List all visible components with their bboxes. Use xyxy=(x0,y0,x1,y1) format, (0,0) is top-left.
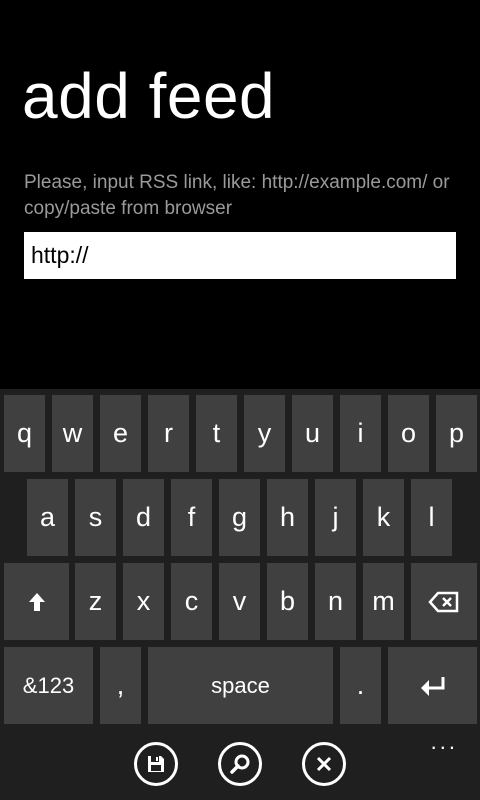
key-s[interactable]: s xyxy=(75,479,116,556)
key-r[interactable]: r xyxy=(148,395,189,472)
key-k[interactable]: k xyxy=(363,479,404,556)
search-button[interactable] xyxy=(218,742,262,786)
comma-key[interactable]: , xyxy=(100,647,141,724)
key-c[interactable]: c xyxy=(171,563,212,640)
key-t[interactable]: t xyxy=(196,395,237,472)
period-key[interactable]: . xyxy=(340,647,381,724)
key-e[interactable]: e xyxy=(100,395,141,472)
instruction-text: Please, input RSS link, like: http://exa… xyxy=(24,172,450,219)
save-icon xyxy=(148,756,164,772)
shift-arrow-icon xyxy=(28,592,45,611)
key-j[interactable]: j xyxy=(315,479,356,556)
key-p[interactable]: p xyxy=(436,395,477,472)
backspace-icon xyxy=(428,591,459,612)
key-i[interactable]: i xyxy=(340,395,381,472)
key-b[interactable]: b xyxy=(267,563,308,640)
app-bar: ... xyxy=(0,730,480,800)
space-key[interactable]: space xyxy=(148,647,333,724)
on-screen-keyboard: q w e r t y u i o p a s d f g h j k l z … xyxy=(0,389,480,730)
key-g[interactable]: g xyxy=(219,479,260,556)
enter-key[interactable] xyxy=(388,647,477,724)
page-title: add feed xyxy=(22,60,276,132)
key-o[interactable]: o xyxy=(388,395,429,472)
close-icon xyxy=(316,756,332,772)
more-options-button[interactable]: ... xyxy=(431,731,458,753)
key-u[interactable]: u xyxy=(292,395,333,472)
key-v[interactable]: v xyxy=(219,563,260,640)
symbols-key[interactable]: &123 xyxy=(4,647,93,724)
rss-url-input[interactable] xyxy=(24,232,456,279)
key-d[interactable]: d xyxy=(123,479,164,556)
key-z[interactable]: z xyxy=(75,563,116,640)
key-y[interactable]: y xyxy=(244,395,285,472)
key-a[interactable]: a xyxy=(27,479,68,556)
shift-key[interactable] xyxy=(4,563,69,640)
search-icon xyxy=(230,754,250,774)
save-button[interactable] xyxy=(134,742,178,786)
key-q[interactable]: q xyxy=(4,395,45,472)
enter-icon xyxy=(420,676,444,696)
backspace-key[interactable] xyxy=(411,563,477,640)
cancel-button[interactable] xyxy=(302,742,346,786)
key-w[interactable]: w xyxy=(52,395,93,472)
key-f[interactable]: f xyxy=(171,479,212,556)
key-x[interactable]: x xyxy=(123,563,164,640)
key-m[interactable]: m xyxy=(363,563,404,640)
key-l[interactable]: l xyxy=(411,479,452,556)
key-h[interactable]: h xyxy=(267,479,308,556)
key-n[interactable]: n xyxy=(315,563,356,640)
